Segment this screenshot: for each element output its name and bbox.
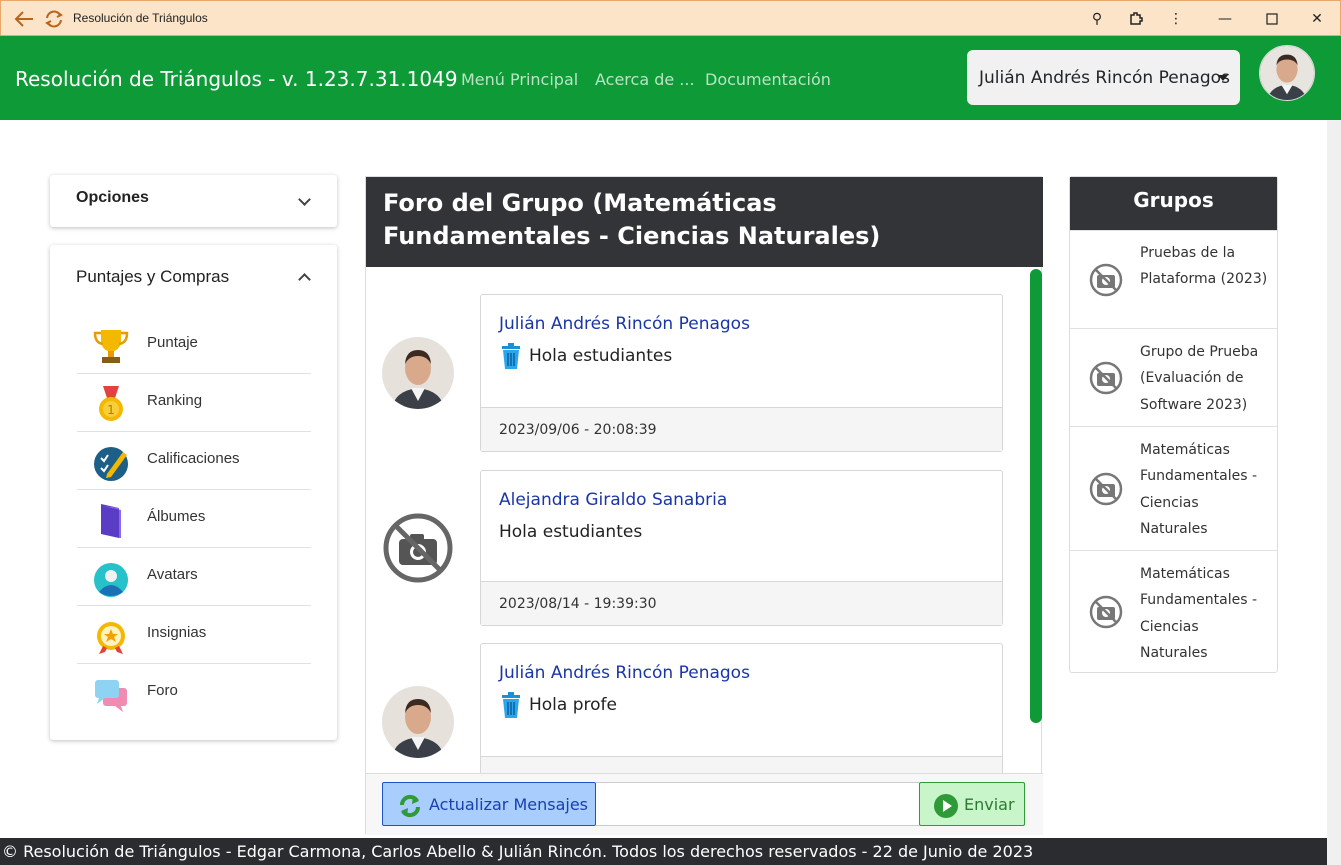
sidebar-item-label: Álbumes — [147, 508, 206, 525]
no-photo-icon — [1089, 263, 1123, 297]
sidebar-item-badges[interactable]: Insignias — [77, 606, 311, 664]
no-photo-icon — [1089, 361, 1123, 395]
refresh-messages-label: Actualizar Mensajes — [429, 795, 588, 814]
brand-title[interactable]: Resolución de Triángulos - v. 1.23.7.31.… — [15, 67, 458, 91]
options-title: Opciones — [76, 189, 149, 206]
nav-link-about[interactable]: Acerca de ... — [595, 70, 695, 89]
group-name: Pruebas de la Plataforma (2023) — [1140, 245, 1268, 288]
user-dropdown[interactable]: Julián Andrés Rincón Penagos — [967, 50, 1240, 105]
nav-link-main-menu[interactable]: Menú Principal — [461, 70, 578, 89]
no-photo-icon — [1089, 595, 1123, 629]
message-author[interactable]: Julián Andrés Rincón Penagos — [499, 314, 750, 334]
group-item[interactable]: Matemáticas Fundamentales - Ciencias Nat… — [1070, 550, 1277, 672]
message-text: Hola profe — [529, 695, 617, 715]
refresh-icon[interactable] — [43, 9, 65, 29]
nav-link-documentation[interactable]: Documentación — [705, 70, 831, 89]
message-text: Hola estudiantes — [529, 346, 673, 366]
more-icon[interactable]: ⋮ — [1166, 9, 1186, 29]
medal-icon: 1 — [99, 386, 123, 421]
sidebar-item-label: Puntaje — [147, 334, 198, 351]
sidebar-item-score[interactable]: Puntaje — [77, 316, 311, 374]
message-card: Julián Andrés Rincón Penagos Hola profe — [480, 643, 1003, 773]
page-scrollbar[interactable] — [1327, 120, 1341, 865]
sidebar-item-label: Calificaciones — [147, 450, 240, 467]
page-footer: © Resolución de Triángulos - Edgar Carmo… — [0, 838, 1327, 865]
svg-text:1: 1 — [107, 403, 115, 417]
message-footer: 2023/09/06 - 20:08:39 — [481, 407, 1002, 451]
maximize-icon[interactable] — [1262, 9, 1282, 29]
sidebar-item-forum[interactable]: Foro — [77, 664, 311, 722]
trophy-icon — [93, 330, 129, 363]
user-name: Julián Andrés Rincón Penagos — [979, 67, 1230, 88]
avatar — [382, 337, 454, 409]
message-footer: 2023/08/14 - 19:39:30 — [481, 581, 1002, 625]
send-button[interactable]: Enviar — [919, 782, 1025, 826]
send-label: Enviar — [964, 795, 1015, 814]
message-date: 2023/08/14 - 19:39:30 — [499, 596, 657, 612]
badge-icon — [97, 622, 125, 654]
window-titlebar: Resolución de Triángulos ⚲ ⋮ — ✕ — [0, 0, 1341, 36]
extension-icon[interactable] — [1126, 9, 1146, 29]
minimize-icon[interactable]: — — [1215, 9, 1235, 29]
top-navbar: Resolución de Triángulos - v. 1.23.7.31.… — [0, 36, 1341, 120]
play-icon — [934, 794, 958, 818]
chevron-up-icon[interactable] — [298, 273, 311, 286]
footer-text: © Resolución de Triángulos - Edgar Carmo… — [2, 842, 1034, 861]
trash-icon[interactable] — [499, 343, 523, 369]
sidebar-item-label: Avatars — [147, 566, 198, 583]
forum-panel: Foro del Grupo (Matemáticas Fundamentale… — [365, 176, 1043, 835]
trash-icon[interactable] — [499, 692, 523, 718]
grades-icon — [94, 447, 128, 481]
scores-purchases-card: Puntajes y Compras Puntaje 1 Ranking Cal… — [50, 245, 337, 740]
sidebar-item-label: Insignias — [147, 624, 207, 641]
group-name: Matemáticas Fundamentales - Ciencias Nat… — [1140, 566, 1257, 661]
avatar[interactable] — [1259, 45, 1315, 101]
options-card[interactable]: Opciones — [50, 175, 337, 227]
refresh-messages-button[interactable]: Actualizar Mensajes — [382, 782, 596, 826]
group-item[interactable]: Matemáticas Fundamentales - Ciencias Nat… — [1070, 426, 1277, 550]
group-item[interactable]: Pruebas de la Plataforma (2023) — [1070, 230, 1277, 328]
message-card: Alejandra Giraldo Sanabria Hola estudian… — [480, 470, 1003, 626]
chevron-down-icon[interactable] — [298, 193, 311, 206]
forum-title: Foro del Grupo (Matemáticas Fundamentale… — [383, 189, 881, 250]
no-photo-icon — [1089, 472, 1123, 506]
caret-down-icon — [1218, 75, 1228, 81]
message-date: 2023/09/06 - 20:08:39 — [499, 422, 657, 438]
groups-panel: Grupos Pruebas de la Plataforma (2023) G… — [1069, 176, 1278, 673]
message-list[interactable]: Julián Andrés Rincón Penagos Hola estudi… — [366, 267, 1043, 773]
group-item[interactable]: Grupo de Prueba (Evaluación de Software … — [1070, 328, 1277, 426]
sidebar-item-label: Foro — [147, 682, 178, 699]
forum-icon — [95, 680, 127, 712]
close-icon[interactable]: ✕ — [1307, 9, 1327, 29]
sidebar-item-albums[interactable]: Álbumes — [77, 490, 311, 548]
groups-header: Grupos — [1070, 177, 1277, 230]
message-input[interactable] — [596, 782, 919, 826]
sidebar-item-label: Ranking — [147, 392, 203, 409]
message-author[interactable]: Alejandra Giraldo Sanabria — [499, 490, 727, 510]
message-card: Julián Andrés Rincón Penagos Hola estudi… — [480, 294, 1003, 452]
sidebar-item-avatars[interactable]: Avatars — [77, 548, 311, 606]
message-scrollbar[interactable] — [1030, 269, 1042, 723]
back-arrow-icon[interactable] — [13, 9, 35, 29]
message-author[interactable]: Julián Andrés Rincón Penagos — [499, 663, 750, 683]
groups-title: Grupos — [1133, 188, 1214, 212]
sidebar-item-grades[interactable]: Calificaciones — [77, 432, 311, 490]
window-title: Resolución de Triángulos — [73, 11, 208, 25]
scores-title: Puntajes y Compras — [76, 267, 230, 286]
zoom-icon[interactable]: ⚲ — [1087, 9, 1107, 29]
group-name: Matemáticas Fundamentales - Ciencias Nat… — [1140, 442, 1257, 537]
no-photo-icon — [382, 512, 454, 584]
album-icon — [101, 504, 121, 538]
message-footer — [481, 756, 1002, 773]
sidebar-item-ranking[interactable]: 1 Ranking — [77, 374, 311, 432]
message-compose-bar: Actualizar Mensajes Enviar — [366, 773, 1043, 835]
group-name: Grupo de Prueba (Evaluación de Software … — [1140, 344, 1259, 413]
avatar — [382, 686, 454, 758]
forum-header: Foro del Grupo (Matemáticas Fundamentale… — [366, 177, 1043, 267]
refresh-icon — [399, 794, 421, 818]
avatar-icon — [94, 563, 128, 597]
message-text: Hola estudiantes — [499, 522, 643, 542]
